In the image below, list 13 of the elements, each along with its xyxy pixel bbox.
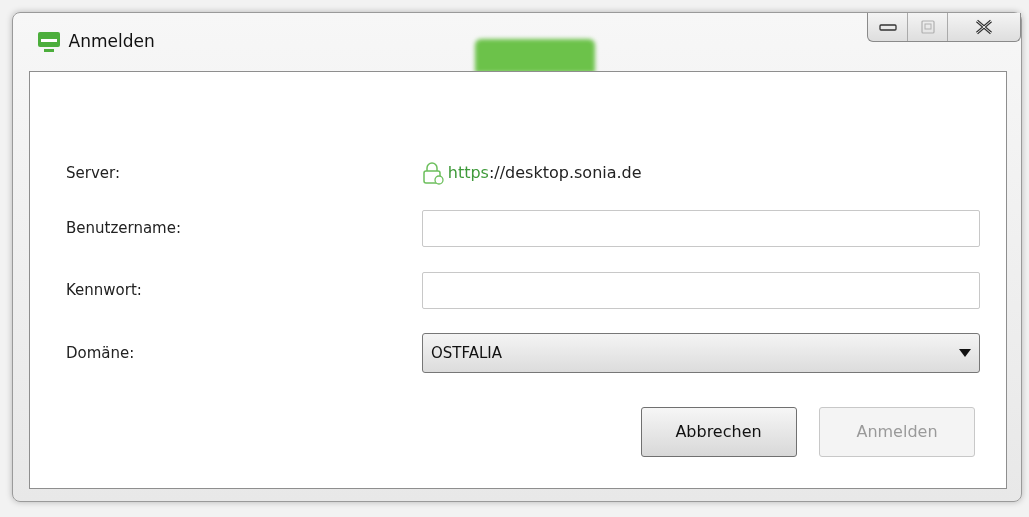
- password-field[interactable]: [422, 272, 980, 309]
- cancel-button[interactable]: Abbrechen: [640, 407, 797, 457]
- field-label: Domäne:: [65, 342, 136, 364]
- field-label: Kennwort:: [65, 280, 143, 302]
- server-url: https://desktop.sonia.de: [447, 162, 642, 184]
- close-icon: [974, 19, 994, 35]
- monitor-icon: [37, 31, 61, 53]
- window-title: Anmelden: [68, 30, 155, 54]
- caret-icon: [959, 349, 971, 357]
- field-label: Server:: [65, 162, 121, 184]
- username-field[interactable]: [422, 210, 980, 247]
- field-label: Benutzername:: [65, 218, 182, 240]
- domain-dropdown[interactable]: OSTFALIA: [422, 333, 980, 373]
